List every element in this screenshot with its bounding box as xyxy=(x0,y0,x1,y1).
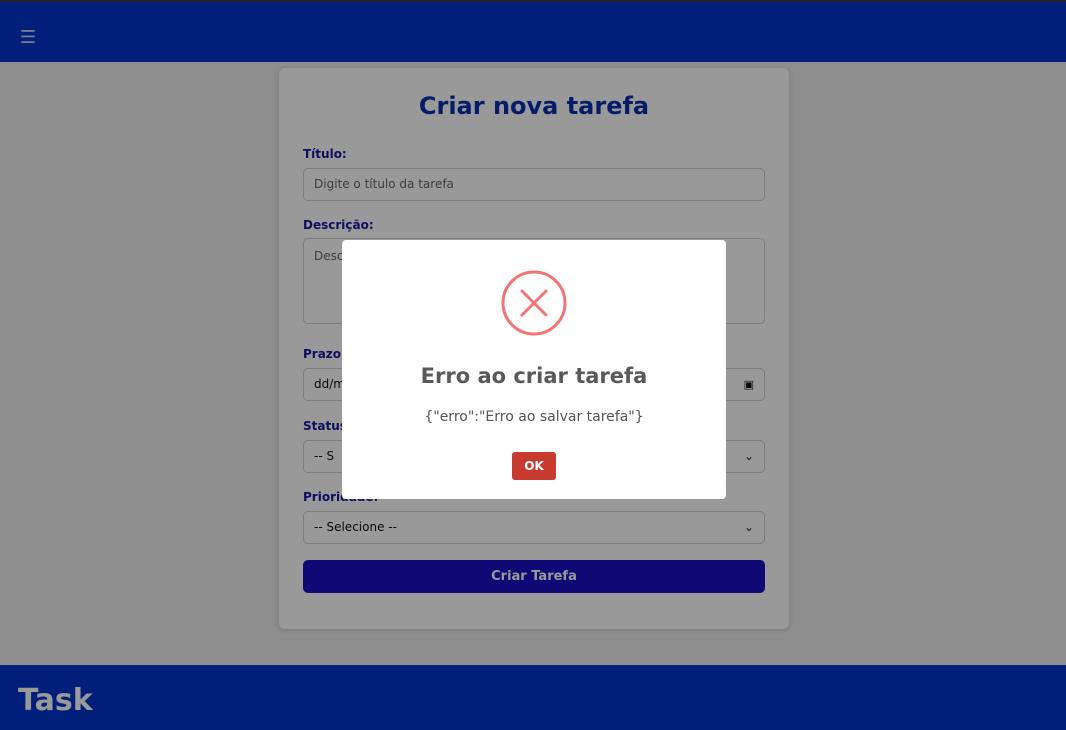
error-x-icon xyxy=(501,270,567,336)
dialog-title: Erro ao criar tarefa xyxy=(420,364,648,388)
error-dialog: Erro ao criar tarefa {"erro":"Erro ao sa… xyxy=(342,240,726,499)
dialog-message: {"erro":"Erro ao salvar tarefa"} xyxy=(424,409,644,425)
ok-button[interactable]: OK xyxy=(512,452,556,480)
